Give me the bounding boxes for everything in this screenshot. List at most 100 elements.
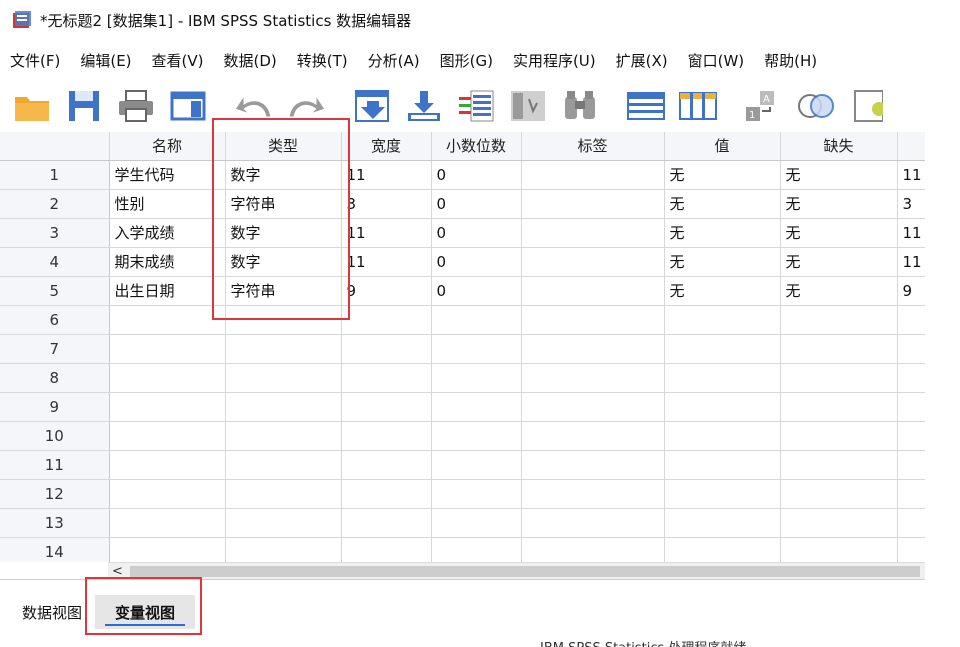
cell-decimals[interactable]: 0 — [431, 247, 522, 277]
cell-name[interactable]: 入学成绩 — [109, 218, 226, 248]
cell-values[interactable]: 无 — [664, 160, 781, 190]
cell-label[interactable] — [521, 218, 665, 248]
column-header-width[interactable]: 宽度 — [341, 132, 432, 161]
table-row: 5 出生日期 字符串 9 0 无 无 9 — [0, 276, 925, 306]
insert-variable-icon[interactable] — [678, 86, 718, 126]
menu-view[interactable]: 查看(V) — [142, 50, 214, 71]
menu-utilities[interactable]: 实用程序(U) — [503, 50, 606, 71]
row-number[interactable]: 1 — [0, 160, 110, 190]
cell-missing[interactable]: 无 — [780, 247, 898, 277]
column-header-columns[interactable] — [897, 132, 925, 161]
print-icon[interactable] — [116, 86, 156, 126]
cell-width[interactable]: 11 — [341, 160, 432, 190]
scrollbar-thumb[interactable] — [130, 566, 920, 577]
cell-width[interactable]: 3 — [341, 189, 432, 219]
row-number[interactable]: 13 — [0, 508, 110, 538]
redo-icon[interactable] — [286, 86, 326, 126]
insert-cases-icon[interactable] — [626, 86, 666, 126]
svg-text:A: A — [763, 94, 770, 105]
cell-label[interactable] — [521, 160, 665, 190]
cell-type[interactable]: 数字 — [225, 160, 342, 190]
cell-name[interactable]: 学生代码 — [109, 160, 226, 190]
row-number[interactable]: 9 — [0, 392, 110, 422]
cell-width[interactable]: 11 — [341, 247, 432, 277]
cell-width[interactable]: 11 — [341, 218, 432, 248]
cell-name[interactable]: 期末成绩 — [109, 247, 226, 277]
menu-edit[interactable]: 编辑(E) — [70, 50, 141, 71]
menu-help[interactable]: 帮助(H) — [754, 50, 827, 71]
menu-analyze[interactable]: 分析(A) — [358, 50, 430, 71]
cell-label[interactable] — [521, 189, 665, 219]
select-cases-icon[interactable] — [848, 86, 888, 126]
run-descriptives-icon[interactable] — [508, 86, 548, 126]
column-header-type[interactable]: 类型 — [225, 132, 342, 161]
scroll-left-arrow[interactable]: < — [112, 563, 123, 580]
cell-decimals[interactable]: 0 — [431, 218, 522, 248]
cell-columns[interactable]: 3 — [897, 189, 925, 219]
cell-decimals[interactable]: 0 — [431, 189, 522, 219]
row-number[interactable]: 2 — [0, 189, 110, 219]
cell-name[interactable]: 性别 — [109, 189, 226, 219]
cell-values[interactable]: 无 — [664, 218, 781, 248]
row-number[interactable]: 7 — [0, 334, 110, 364]
cell-label[interactable] — [521, 247, 665, 277]
menu-extensions[interactable]: 扩展(X) — [606, 50, 678, 71]
cell-type[interactable]: 数字 — [225, 247, 342, 277]
tab-variable-view[interactable]: 变量视图 — [95, 595, 195, 629]
variables-icon[interactable] — [456, 86, 496, 126]
row-number[interactable]: 6 — [0, 305, 110, 335]
cell-missing[interactable]: 无 — [780, 276, 898, 306]
cell-missing[interactable]: 无 — [780, 189, 898, 219]
cell-decimals[interactable]: 0 — [431, 276, 522, 306]
menu-graphs[interactable]: 图形(G) — [430, 50, 503, 71]
cell-columns[interactable]: 11 — [897, 160, 925, 190]
cell-width[interactable]: 9 — [341, 276, 432, 306]
goto-case-icon[interactable] — [352, 86, 392, 126]
save-icon[interactable] — [64, 86, 104, 126]
goto-variable-icon[interactable] — [404, 86, 444, 126]
column-header-decimals[interactable]: 小数位数 — [431, 132, 522, 161]
row-number[interactable]: 14 — [0, 537, 110, 562]
dialog-recall-icon[interactable] — [168, 86, 208, 126]
cell-type[interactable]: 字符串 — [225, 276, 342, 306]
row-number[interactable]: 5 — [0, 276, 110, 306]
column-header-missing[interactable]: 缺失 — [780, 132, 898, 161]
cell-columns[interactable]: 11 — [897, 218, 925, 248]
spss-app-icon — [12, 10, 32, 30]
column-header-label[interactable]: 标签 — [521, 132, 665, 161]
row-number[interactable]: 4 — [0, 247, 110, 277]
cell-missing[interactable]: 无 — [780, 160, 898, 190]
column-header-name[interactable]: 名称 — [109, 132, 226, 161]
toolbar: A1 — [0, 80, 925, 132]
menu-transform[interactable]: 转换(T) — [287, 50, 358, 71]
weight-cases-icon[interactable] — [796, 86, 836, 126]
cell-type[interactable]: 数字 — [225, 218, 342, 248]
open-folder-icon[interactable] — [12, 86, 52, 126]
cell-values[interactable]: 无 — [664, 189, 781, 219]
row-number[interactable]: 3 — [0, 218, 110, 248]
cell-values[interactable]: 无 — [664, 247, 781, 277]
variable-view-grid: 名称 类型 宽度 小数位数 标签 值 缺失 1 学生代码 数字 11 0 无 无… — [0, 132, 925, 562]
row-number[interactable]: 8 — [0, 363, 110, 393]
row-number[interactable]: 11 — [0, 450, 110, 480]
column-header-values[interactable]: 值 — [664, 132, 781, 161]
cell-missing[interactable]: 无 — [780, 218, 898, 248]
cell-label[interactable] — [521, 276, 665, 306]
menu-window[interactable]: 窗口(W) — [678, 50, 755, 71]
horizontal-scrollbar[interactable]: < — [108, 562, 925, 579]
find-icon[interactable] — [560, 86, 600, 126]
split-file-icon[interactable]: A1 — [744, 86, 784, 126]
cell-columns[interactable]: 11 — [897, 247, 925, 277]
menu-file[interactable]: 文件(F) — [0, 50, 70, 71]
row-number[interactable]: 10 — [0, 421, 110, 451]
cell-values[interactable]: 无 — [664, 276, 781, 306]
cell-decimals[interactable]: 0 — [431, 160, 522, 190]
cell-type[interactable]: 字符串 — [225, 189, 342, 219]
tab-data-view[interactable]: 数据视图 — [12, 595, 92, 629]
cell-columns[interactable]: 9 — [897, 276, 925, 306]
undo-icon[interactable] — [234, 86, 274, 126]
menu-data[interactable]: 数据(D) — [214, 50, 287, 71]
cell-name[interactable]: 出生日期 — [109, 276, 226, 306]
row-number[interactable]: 12 — [0, 479, 110, 509]
variable-table: 名称 类型 宽度 小数位数 标签 值 缺失 1 学生代码 数字 11 0 无 无… — [0, 132, 925, 562]
